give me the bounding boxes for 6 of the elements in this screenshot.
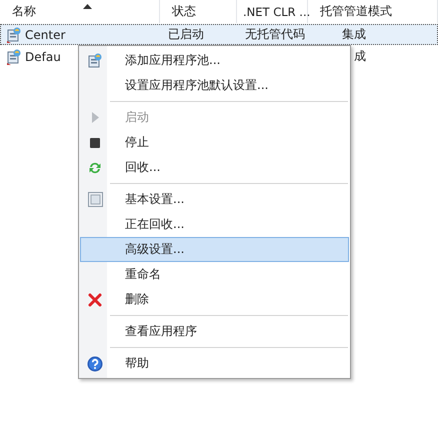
table-cell: 成 xyxy=(354,48,366,65)
table-cell: Center xyxy=(25,28,66,42)
table-cell: Defau xyxy=(25,50,61,64)
table-cell: 已启动 xyxy=(168,26,204,43)
table-cell: 集成 xyxy=(342,26,366,43)
table-cell: 无托管代码 xyxy=(245,26,305,43)
